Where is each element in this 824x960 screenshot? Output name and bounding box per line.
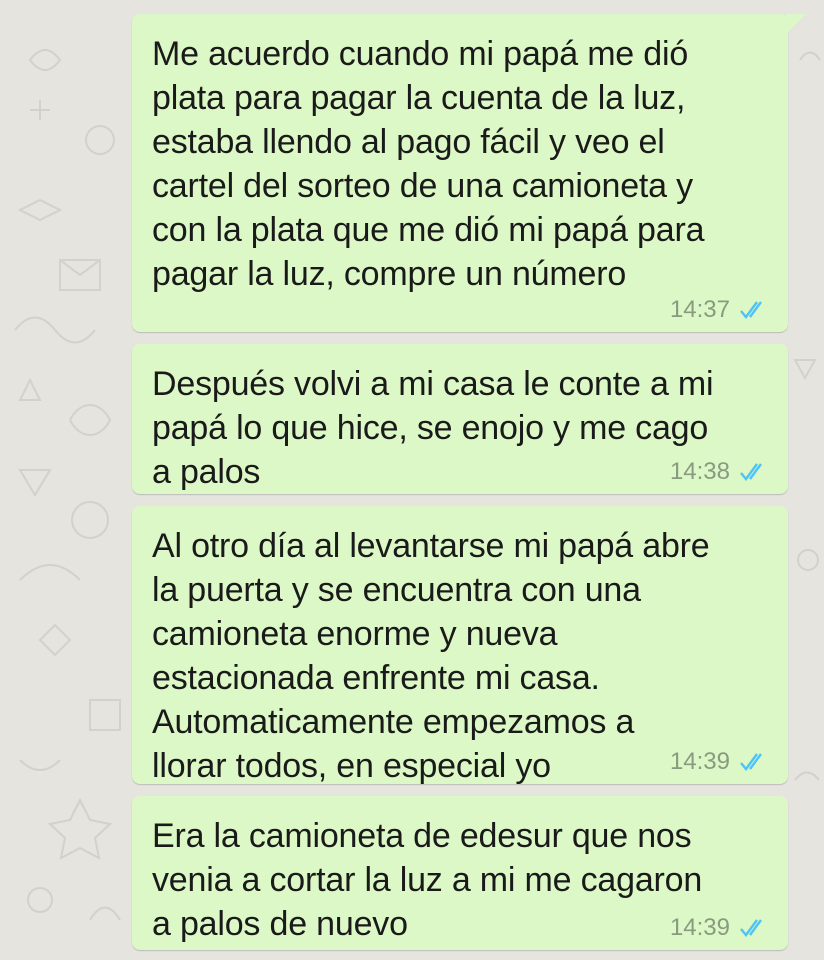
message-time: 14:37 bbox=[669, 296, 730, 323]
message-meta: 14:37 bbox=[670, 296, 768, 324]
message-time: 14:39 bbox=[669, 914, 730, 941]
message-bubble[interactable]: Después volvi a mi casa le conte a mi pa… bbox=[132, 344, 788, 494]
message-list: Me acuerdo cuando mi papá me dió plata p… bbox=[132, 14, 806, 960]
double-check-read-icon bbox=[738, 752, 768, 772]
message-meta: 14:38 bbox=[670, 458, 768, 486]
double-check-read-icon bbox=[738, 300, 768, 320]
message-meta: 14:39 bbox=[670, 748, 768, 776]
double-check-read-icon bbox=[738, 918, 768, 938]
message-bubble[interactable]: Me acuerdo cuando mi papá me dió plata p… bbox=[132, 14, 806, 332]
message-text: Me acuerdo cuando mi papá me dió plata p… bbox=[152, 35, 705, 293]
message-time: 14:38 bbox=[669, 458, 730, 485]
message-bubble[interactable]: Al otro día al levantarse mi papá abre l… bbox=[132, 506, 788, 785]
double-check-read-icon bbox=[738, 462, 768, 482]
message-time: 14:39 bbox=[669, 748, 730, 775]
message-meta: 14:39 bbox=[670, 914, 768, 942]
message-bubble[interactable]: Era la camioneta de edesur que nos venia… bbox=[132, 796, 788, 950]
